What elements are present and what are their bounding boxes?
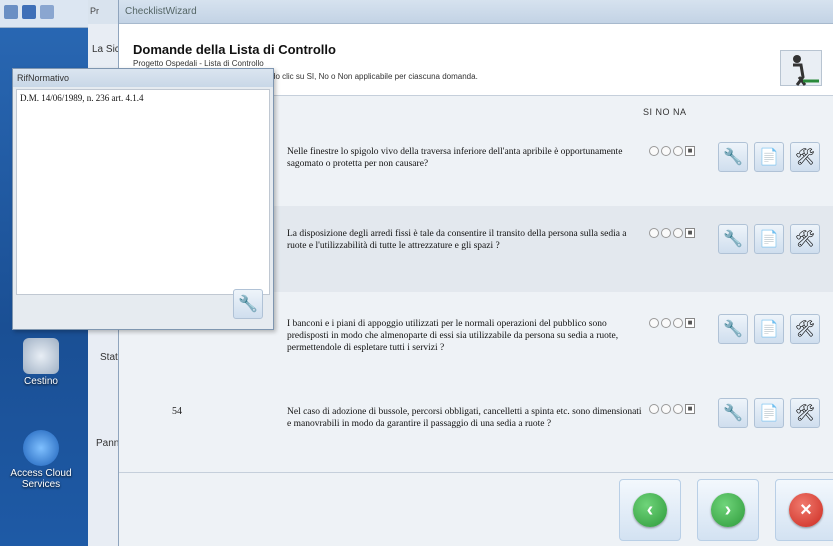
row-actions: 🔧 📄 🛠 — [718, 224, 820, 254]
next-button[interactable]: › — [697, 479, 759, 541]
na-radio[interactable] — [673, 146, 683, 156]
document-icon: 📄 — [759, 405, 779, 422]
si-radio[interactable] — [649, 404, 659, 414]
no-radio[interactable] — [661, 146, 671, 156]
note-checkbox[interactable]: ■ — [685, 318, 695, 328]
document-icon: 📄 — [759, 231, 779, 248]
quick-launch-bar — [0, 0, 88, 28]
globe-icon — [23, 430, 59, 466]
document-icon: 📄 — [759, 149, 779, 166]
worker-action-button[interactable]: 🔧 — [718, 142, 748, 172]
no-radio[interactable] — [661, 404, 671, 414]
app-icon[interactable] — [4, 5, 18, 19]
document-button[interactable]: 📄 — [754, 314, 784, 344]
tools-icon: 🛠 — [794, 405, 816, 422]
worker-icon — [780, 50, 822, 86]
na-radio[interactable] — [673, 318, 683, 328]
tools-button[interactable]: 🛠 — [790, 224, 820, 254]
arrow-left-icon: ‹ — [633, 493, 667, 527]
no-radio[interactable] — [661, 318, 671, 328]
no-radio[interactable] — [661, 228, 671, 238]
worker-icon: 🔧 — [723, 149, 743, 166]
worker-icon: 🔧 — [723, 321, 743, 338]
worker-icon: 🔧 — [723, 231, 743, 248]
tools-button[interactable]: 🛠 — [790, 314, 820, 344]
na-radio[interactable] — [673, 228, 683, 238]
question-number: 54 — [172, 406, 182, 417]
answer-options: ■ — [649, 318, 695, 328]
back-button[interactable]: ‹ — [619, 479, 681, 541]
answer-options: ■ — [649, 228, 695, 238]
tools-icon: 🛠 — [794, 231, 816, 248]
answer-options: ■ — [649, 146, 695, 156]
access-cloud-shortcut[interactable]: Access Cloud Services — [6, 430, 76, 490]
arrow-right-icon: › — [711, 493, 745, 527]
worker-icon: 🔧 — [238, 296, 258, 313]
page-title: Domande della Lista di Controllo — [133, 42, 336, 57]
close-icon: × — [789, 493, 823, 527]
si-radio[interactable] — [649, 318, 659, 328]
undo-icon[interactable] — [40, 5, 54, 19]
question-text: I banconi e i piani di appoggio utilizza… — [287, 319, 619, 353]
background-state-label: Stat — [100, 352, 118, 363]
recycle-bin-label: Cestino — [24, 376, 58, 387]
question-text: Nel caso di adozione di bussole, percors… — [287, 407, 642, 429]
tools-icon: 🛠 — [794, 149, 816, 166]
window-title: ChecklistWizard — [119, 0, 833, 24]
note-checkbox[interactable]: ■ — [685, 404, 695, 414]
document-button[interactable]: 📄 — [754, 398, 784, 428]
na-radio[interactable] — [673, 404, 683, 414]
question-text: La disposizione degli arredi fissi è tal… — [287, 229, 627, 251]
worker-action-button[interactable]: 🔧 — [718, 398, 748, 428]
recycle-bin-shortcut[interactable]: Cestino — [6, 338, 76, 387]
background-label: La Sic — [92, 44, 120, 55]
worker-action-button[interactable]: 🔧 — [718, 314, 748, 344]
si-radio[interactable] — [649, 146, 659, 156]
recycle-bin-icon — [23, 338, 59, 374]
row-actions: 🔧 📄 🛠 — [718, 314, 820, 344]
normative-reference-popup: RifNormativo D.M. 14/06/1989, n. 236 art… — [12, 68, 274, 330]
document-icon: 📄 — [759, 321, 779, 338]
popup-worker-button[interactable]: 🔧 — [233, 289, 263, 319]
subtitle: Progetto Ospedali - Lista di Controllo — [133, 59, 264, 68]
tools-icon: 🛠 — [794, 321, 816, 338]
save-icon[interactable] — [22, 5, 36, 19]
si-radio[interactable] — [649, 228, 659, 238]
document-button[interactable]: 📄 — [754, 142, 784, 172]
background-panel-label: Pann — [96, 438, 120, 449]
question-row: 54 Nel caso di adozione di bussole, perc… — [119, 392, 833, 464]
answer-options: ■ — [649, 404, 695, 414]
popup-content: D.M. 14/06/1989, n. 236 art. 4.1.4 — [16, 89, 270, 295]
tools-button[interactable]: 🛠 — [790, 142, 820, 172]
tools-button[interactable]: 🛠 — [790, 398, 820, 428]
wizard-footer: ‹ › × — [119, 472, 833, 546]
worker-icon: 🔧 — [723, 405, 743, 422]
column-headers: SI NO NA — [643, 107, 687, 117]
row-actions: 🔧 📄 🛠 — [718, 398, 820, 428]
cancel-button[interactable]: × — [775, 479, 833, 541]
row-actions: 🔧 📄 🛠 — [718, 142, 820, 172]
document-button[interactable]: 📄 — [754, 224, 784, 254]
note-checkbox[interactable]: ■ — [685, 228, 695, 238]
popup-title: RifNormativo — [13, 69, 273, 87]
note-checkbox[interactable]: ■ — [685, 146, 695, 156]
question-text: Nelle finestre lo spigolo vivo della tra… — [287, 147, 623, 169]
access-cloud-label: Access Cloud Services — [10, 468, 72, 490]
worker-action-button[interactable]: 🔧 — [718, 224, 748, 254]
instruction-text: do clic su SI, No o Non applicabile per … — [271, 72, 478, 81]
